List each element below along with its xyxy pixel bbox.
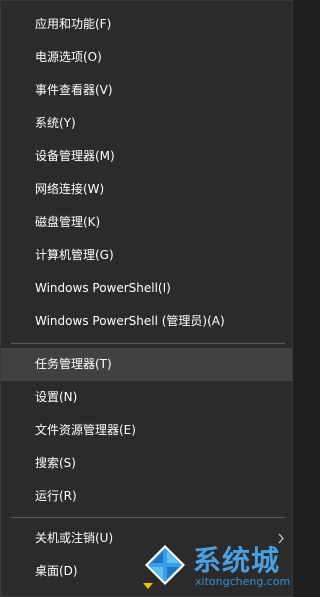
watermark-title: 系统城 xyxy=(193,544,281,577)
menu-item-label: 任务管理器(T) xyxy=(35,357,112,371)
menu-item-label: 文件资源管理器(E) xyxy=(35,423,136,437)
menu-item-label: 关机或注销(U) xyxy=(35,531,114,545)
menu-item-label: 搜索(S) xyxy=(35,456,76,470)
menu-item-label: Windows PowerShell(I) xyxy=(35,281,171,295)
menu-item-label: 设置(N) xyxy=(35,390,78,404)
menu-separator xyxy=(11,343,285,344)
windows-logo-icon xyxy=(143,545,185,589)
menu-item-search[interactable]: 搜索(S) xyxy=(1,447,292,480)
menu-item-label: 应用和功能(F) xyxy=(35,17,112,31)
menu-item-powershell-admin[interactable]: Windows PowerShell (管理员)(A) xyxy=(1,305,292,338)
menu-item-computer-management[interactable]: 计算机管理(G) xyxy=(1,239,292,272)
menu-item-label: 事件查看器(V) xyxy=(35,83,113,97)
winx-context-menu: 应用和功能(F) 电源选项(O) 事件查看器(V) 系统(Y) 设备管理器(M)… xyxy=(0,0,293,597)
menu-item-label: 系统(Y) xyxy=(35,116,76,130)
menu-item-settings[interactable]: 设置(N) xyxy=(1,381,292,414)
menu-item-apps-features[interactable]: 应用和功能(F) xyxy=(1,8,292,41)
watermark: 系统城 xitongcheng.com xyxy=(139,539,294,595)
menu-item-file-explorer[interactable]: 文件资源管理器(E) xyxy=(1,414,292,447)
menu-item-label: 运行(R) xyxy=(35,489,77,503)
menu-item-label: 桌面(D) xyxy=(35,564,78,578)
menu-item-device-manager[interactable]: 设备管理器(M) xyxy=(1,140,292,173)
menu-item-label: Windows PowerShell (管理员)(A) xyxy=(35,314,225,328)
menu-item-label: 电源选项(O) xyxy=(35,50,102,64)
menu-item-system[interactable]: 系统(Y) xyxy=(1,107,292,140)
menu-separator xyxy=(11,517,285,518)
menu-item-label: 网络连接(W) xyxy=(35,182,105,196)
menu-item-network-connections[interactable]: 网络连接(W) xyxy=(1,173,292,206)
menu-item-label: 设备管理器(M) xyxy=(35,149,115,163)
menu-item-event-viewer[interactable]: 事件查看器(V) xyxy=(1,74,292,107)
menu-item-run[interactable]: 运行(R) xyxy=(1,480,292,513)
menu-item-disk-management[interactable]: 磁盘管理(K) xyxy=(1,206,292,239)
menu-item-power-options[interactable]: 电源选项(O) xyxy=(1,41,292,74)
menu-item-task-manager[interactable]: 任务管理器(T) xyxy=(1,348,292,381)
watermark-subtitle: xitongcheng.com xyxy=(195,575,291,588)
menu-item-label: 磁盘管理(K) xyxy=(35,215,101,229)
menu-item-label: 计算机管理(G) xyxy=(35,248,114,262)
menu-item-powershell[interactable]: Windows PowerShell(I) xyxy=(1,272,292,305)
